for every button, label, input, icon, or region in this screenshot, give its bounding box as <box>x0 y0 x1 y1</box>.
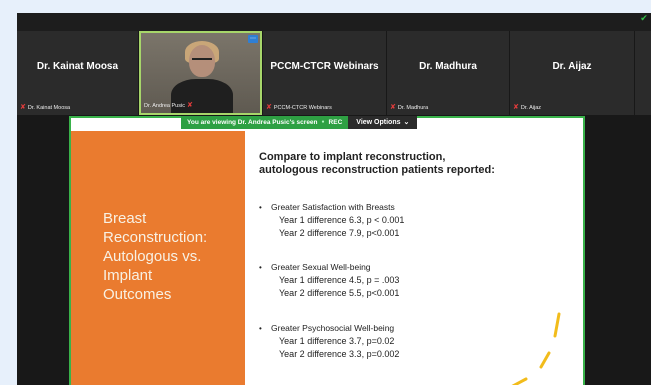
slide-title-line: Reconstruction: <box>103 229 208 246</box>
more-options-icon[interactable]: ⋯ <box>248 35 258 43</box>
bullet-dot: • <box>259 324 262 333</box>
glasses <box>192 58 212 65</box>
meeting-window: ✔ Dr. Kainat Moosa ✘ Dr. Kainat Moosa ⋯ … <box>17 13 651 385</box>
slide-title-line: Breast <box>103 210 147 227</box>
bullet-item: • Greater Psychosocial Well-being Year 1 … <box>259 322 399 361</box>
bullet-sub-line: Year 2 difference 5.5, p<0.001 <box>279 288 400 298</box>
slide-heading-line: Compare to implant reconstruction, <box>259 151 446 163</box>
participant-footer-name: PCCM-CTCR Webinars <box>273 104 332 111</box>
presentation-slide: Breast Reconstruction: Autologous vs. Im… <box>71 131 583 385</box>
shield-check-icon[interactable]: ✔ <box>639 13 649 23</box>
bullet-label: Greater Sexual Well-being <box>271 262 371 272</box>
mic-muted-icon: ✘ <box>186 102 193 109</box>
slide-title-line: Implant <box>103 267 153 284</box>
top-bar: ✔ <box>17 13 651 31</box>
participant-footer-name: Dr. Madhura <box>397 104 429 111</box>
participant-footer-name: Dr. Kainat Moosa <box>27 104 71 111</box>
bullet-item: • Greater Sexual Well-being Year 1 differ… <box>259 261 399 300</box>
view-options-label: View Options <box>356 119 401 126</box>
rec-label: REC <box>328 119 343 126</box>
participant-footer: ✘ PCCM-CTCR Webinars <box>266 104 332 111</box>
participant-tile-active-speaker[interactable]: ⋯ Dr. Andrea Pusic ✘ <box>139 31 262 115</box>
bullet-sub-line: Year 1 difference 6.3, p < 0.001 <box>279 215 405 225</box>
participant-footer-name: Dr. Aijaz <box>520 104 542 111</box>
bullet-sub-line: Year 2 difference 3.3, p=0.002 <box>279 349 400 359</box>
participant-name: Dr. Kainat Moosa <box>36 61 119 72</box>
bullet-label: Greater Satisfaction with Breasts <box>271 202 395 212</box>
person-body <box>171 79 233 113</box>
mic-muted-icon: ✘ <box>266 104 272 111</box>
participant-tile[interactable]: Dr. Aijaz ✘ Dr. Aijaz <box>510 31 634 115</box>
participant-strip: Dr. Kainat Moosa ✘ Dr. Kainat Moosa ⋯ Dr… <box>17 31 651 115</box>
slide-title-line: Outcomes <box>103 286 172 303</box>
bullet-sub-line: Year 1 difference 4.5, p = .003 <box>279 275 400 285</box>
mic-muted-icon: ✘ <box>513 104 519 111</box>
participant-tile[interactable]: PCCM-CTCR Webinars ✘ PCCM-CTCR Webinars <box>263 31 386 115</box>
participant-tile-partial[interactable] <box>635 31 651 115</box>
mic-muted-icon: ✘ <box>390 104 396 111</box>
mic-muted-icon: ✘ <box>20 104 26 111</box>
slide-heading: Compare to implant reconstruction, autol… <box>259 151 559 177</box>
bullet-sub-line: Year 1 difference 3.7, p=0.02 <box>279 336 395 346</box>
participant-footer: ✘ Dr. Kainat Moosa <box>20 104 70 111</box>
viewing-text: You are viewing Dr. Andrea Pusic's scree… <box>187 119 318 126</box>
bullet-label: Greater Psychosocial Well-being <box>271 323 395 333</box>
shared-screen[interactable]: Breast Reconstruction: Autologous vs. Im… <box>69 116 585 385</box>
participant-tile[interactable]: Dr. Kainat Moosa ✘ Dr. Kainat Moosa <box>17 31 138 115</box>
slide-heading-line: autologous reconstruction patients repor… <box>259 164 495 176</box>
slide-title-panel: Breast Reconstruction: Autologous vs. Im… <box>71 131 245 385</box>
bullet-dot: • <box>259 263 262 272</box>
chevron-down-icon: ⌄ <box>403 119 410 126</box>
bullet-dot: • <box>259 203 262 212</box>
bullet-item: • Greater Satisfaction with Breasts Year … <box>259 201 404 240</box>
participant-name: Dr. Aijaz <box>552 61 592 72</box>
participant-footer: ✘ Dr. Madhura <box>390 104 428 111</box>
view-options-button[interactable]: View Options ⌄ <box>348 116 418 129</box>
participant-name: PCCM-CTCR Webinars <box>270 61 379 72</box>
participant-footer: Dr. Andrea Pusic ✘ <box>144 102 193 109</box>
participant-footer-name: Dr. Andrea Pusic <box>144 102 185 109</box>
record-icon: ● <box>321 119 325 125</box>
share-banner: You are viewing Dr. Andrea Pusic's scree… <box>181 116 418 129</box>
bullet-sub-line: Year 2 difference 7.9, p<0.001 <box>279 228 400 238</box>
participant-tile[interactable]: Dr. Madhura ✘ Dr. Madhura <box>387 31 509 115</box>
viewing-banner: You are viewing Dr. Andrea Pusic's scree… <box>181 116 349 129</box>
participant-name: Dr. Madhura <box>419 61 477 72</box>
slide-title-line: Autologous vs. <box>103 248 202 265</box>
participant-footer: ✘ Dr. Aijaz <box>513 104 541 111</box>
